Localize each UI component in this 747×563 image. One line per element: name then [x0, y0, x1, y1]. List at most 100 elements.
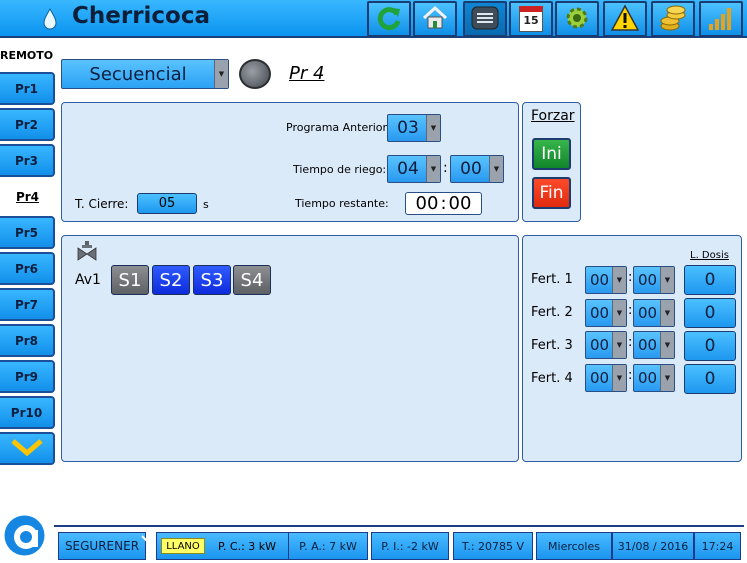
chevron-down-icon: ▼	[660, 300, 674, 326]
force-title: Forzar	[531, 108, 575, 124]
status-led	[239, 59, 271, 89]
sidebar-item-pr9[interactable]: Pr9	[0, 360, 55, 393]
clock-display: 17:24	[694, 532, 741, 560]
calendar-icon: 15	[519, 6, 543, 32]
fert-dose-input[interactable]: 0	[684, 298, 736, 328]
fert-dose-input[interactable]: 0	[684, 331, 736, 361]
chevron-down-icon: ▼	[612, 365, 626, 391]
time-separator: :	[628, 270, 633, 285]
close-time-label: T. Cierre:	[75, 197, 129, 211]
refresh-button[interactable]	[367, 1, 411, 37]
chevron-down-icon: ▼	[660, 332, 674, 358]
sector-button-s3[interactable]: S3	[193, 265, 231, 295]
sidebar-item-pr8[interactable]: Pr8	[0, 324, 55, 357]
fert-dose-input[interactable]: 0	[684, 364, 736, 394]
fert-hours-select[interactable]: 00 ▼	[585, 331, 627, 359]
irrigation-time-label: Tiempo de riego:	[293, 163, 387, 176]
mode-select[interactable]: Secuencial ▼	[61, 59, 229, 89]
remaining-minutes: 00	[448, 193, 472, 214]
voltage-display: T.: 20785 V	[453, 532, 533, 560]
fert-minutes-select[interactable]: 00 ▼	[633, 266, 675, 294]
date-display: 31/08 / 2016	[612, 532, 694, 560]
company-button[interactable]: SEGURENER	[58, 532, 146, 560]
irrigation-hours-select[interactable]: 04 ▼	[387, 155, 441, 183]
fert-dose-input[interactable]: 0	[684, 265, 736, 295]
signal-bars-icon	[706, 4, 736, 35]
home-button[interactable]	[413, 1, 457, 37]
irrigation-minutes-value: 00	[460, 159, 482, 179]
remote-label: REMOTO	[0, 49, 54, 62]
sidebar-item-pr6[interactable]: Pr6	[0, 252, 55, 285]
chevron-down-icon: ▼	[612, 300, 626, 326]
valve-icon	[76, 239, 98, 264]
sidebar-item-pr10[interactable]: Pr10	[0, 396, 55, 429]
menu-list-button[interactable]	[463, 1, 507, 37]
fert-label: Fert. 4	[531, 371, 573, 386]
fert-minutes-select[interactable]: 00 ▼	[633, 364, 675, 392]
fert-label: Fert. 1	[531, 272, 573, 287]
app-title: Cherricoca	[72, 3, 211, 29]
fert-minutes-value: 00	[637, 369, 658, 387]
time-separator: :	[628, 368, 633, 383]
irrigation-hours-value: 04	[397, 159, 419, 179]
fert-hours-value: 00	[589, 336, 610, 354]
valve-row-label: Av1	[75, 272, 101, 288]
remaining-hours: 00	[415, 193, 439, 214]
program-name: Pr 4	[289, 63, 325, 84]
sector-button-s4[interactable]: S4	[233, 265, 271, 295]
previous-program-select[interactable]: 03 ▼	[387, 114, 441, 142]
scroll-down-button[interactable]	[0, 432, 55, 465]
chevron-down-icon	[10, 437, 44, 460]
chevron-down-icon: ▼	[612, 267, 626, 293]
fert-minutes-select[interactable]: 00 ▼	[633, 299, 675, 327]
sector-button-s2[interactable]: S2	[152, 265, 190, 295]
sidebar-item-pr5[interactable]: Pr5	[0, 216, 55, 249]
close-time-input[interactable]: 05	[137, 193, 197, 214]
water-drop-icon	[40, 6, 60, 32]
warning-icon	[610, 3, 640, 35]
irrigation-minutes-select[interactable]: 00 ▼	[450, 155, 504, 183]
fert-hours-value: 00	[589, 304, 610, 322]
fert-hours-value: 00	[589, 369, 610, 387]
sidebar-item-pr2[interactable]: Pr2	[0, 108, 55, 141]
mode-select-value: Secuencial	[89, 63, 187, 85]
weekday-display: Miercoles	[536, 532, 612, 560]
sidebar-item-pr3[interactable]: Pr3	[0, 144, 55, 177]
chevron-down-icon: ▼	[489, 156, 503, 182]
fert-hours-select[interactable]: 00 ▼	[585, 364, 627, 392]
chevron-down-icon: ▼	[426, 156, 440, 182]
gear-icon	[563, 4, 591, 35]
fert-minutes-value: 00	[637, 304, 658, 322]
sidebar-item-pr1[interactable]: Pr1	[0, 72, 55, 105]
fert-label: Fert. 3	[531, 338, 573, 353]
time-separator: :	[628, 335, 633, 350]
remaining-time-label: Tiempo restante:	[295, 197, 389, 210]
injected-power: P. I.: -2 kW	[371, 532, 449, 560]
energy-cost-button[interactable]	[651, 1, 695, 37]
sidebar-item-pr4[interactable]: Pr4	[0, 180, 55, 213]
footer-divider	[54, 525, 744, 527]
menu-list-icon	[470, 5, 500, 34]
fert-label: Fert. 2	[531, 305, 573, 320]
sector-button-s1[interactable]: S1	[111, 265, 149, 295]
fert-minutes-value: 00	[637, 271, 658, 289]
fert-minutes-value: 00	[637, 336, 658, 354]
dose-header: L. Dosis	[690, 250, 729, 261]
force-stop-button[interactable]: Fin	[532, 177, 571, 209]
remaining-time-display: 00 : 00	[405, 192, 482, 215]
fert-hours-select[interactable]: 00 ▼	[585, 266, 627, 294]
time-separator: :	[443, 160, 448, 176]
alarm-button[interactable]	[603, 1, 647, 37]
calendar-button[interactable]: 15	[509, 1, 553, 37]
calendar-day: 15	[523, 14, 539, 27]
fert-hours-select[interactable]: 00 ▼	[585, 299, 627, 327]
sidebar-item-pr7[interactable]: Pr7	[0, 288, 55, 321]
logo-icon	[3, 514, 46, 557]
refresh-icon	[375, 4, 403, 35]
fert-minutes-select[interactable]: 00 ▼	[633, 331, 675, 359]
chevron-down-icon: ▼	[612, 332, 626, 358]
settings-button[interactable]	[555, 1, 599, 37]
signal-button[interactable]	[699, 1, 743, 37]
home-icon	[421, 4, 449, 35]
force-start-button[interactable]: Ini	[532, 138, 571, 170]
